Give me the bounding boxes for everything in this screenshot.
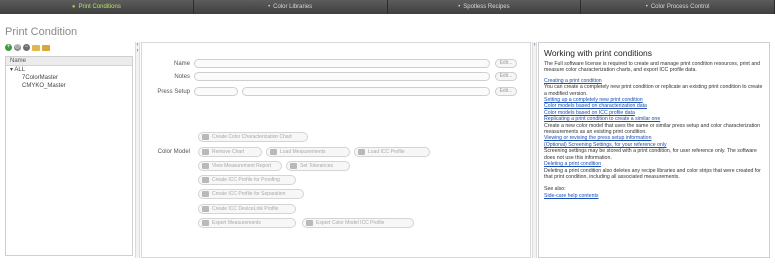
help-title: Working with print conditions <box>544 48 653 58</box>
export-icon <box>202 220 209 226</box>
tab-bullet-icon: • <box>458 4 461 10</box>
tab-bullet-icon: ● <box>71 4 76 10</box>
help-text-deleting: Deleting a print condition also deletes … <box>544 167 761 180</box>
load-icc-profile-button[interactable]: Load ICC Profile <box>354 147 430 157</box>
view-measurement-report-button[interactable]: View Measurement Report <box>198 161 282 171</box>
left-panel-splitter[interactable]: ‹ › <box>135 42 140 258</box>
tree-root-item[interactable]: ▾ ALL <box>6 66 132 74</box>
create-icc-proofing-button[interactable]: Create ICC Profile for Proofing <box>198 175 296 185</box>
press-setup-detail-field[interactable] <box>242 87 490 96</box>
delete-icon[interactable]: − <box>23 44 30 51</box>
name-edit-button[interactable]: Edit... <box>495 59 517 68</box>
profile-icon <box>358 149 365 155</box>
tab-bullet-icon: • <box>645 4 648 10</box>
profile-icon <box>202 177 209 183</box>
tree-item[interactable]: CMYKO_Master <box>6 82 132 90</box>
press-setup-field[interactable] <box>194 87 238 96</box>
profile-icon <box>202 206 209 212</box>
create-characterization-chart-button[interactable]: Create Color Characterization Chart <box>198 132 308 142</box>
tolerance-icon <box>290 163 297 169</box>
tree-toolbar: + ◎ − <box>5 44 50 53</box>
create-icc-separation-button[interactable]: Create ICC Profile for Separation <box>198 189 304 199</box>
chart-icon <box>202 134 209 140</box>
tree-item[interactable]: 7ColorMaster <box>6 74 132 82</box>
load-measurements-button[interactable]: Load Measurements <box>266 147 350 157</box>
export-measurements-button[interactable]: Export Measurements <box>198 218 296 228</box>
top-tab-bar: ● Print Conditions • Color Libraries • S… <box>0 0 775 14</box>
name-row: Name Edit... <box>142 59 532 69</box>
collapse-right-icon[interactable]: › <box>533 42 536 48</box>
export-icon[interactable] <box>42 45 50 51</box>
tab-bullet-icon: • <box>268 4 271 10</box>
create-icc-devicelink-button[interactable]: Create ICC DeviceLink Profile <box>198 204 296 214</box>
remove-icon <box>202 149 209 155</box>
help-intro: The Full software license is required to… <box>544 61 760 74</box>
tab-label: Print Conditions <box>78 4 121 10</box>
expand-left-icon[interactable]: › <box>136 48 139 54</box>
right-panel-splitter[interactable]: › <box>532 42 537 258</box>
export-icon <box>306 220 313 226</box>
help-link-sidecare[interactable]: Side-care help contents <box>544 193 764 199</box>
notes-row: Notes Edit... <box>142 72 532 82</box>
tab-color-process-control[interactable]: • Color Process Control <box>581 0 775 14</box>
copy-icon[interactable]: ◎ <box>14 44 21 51</box>
tab-label: Spotless Recipes <box>463 4 510 10</box>
tab-print-conditions[interactable]: ● Print Conditions <box>0 0 194 14</box>
report-icon <box>202 163 209 169</box>
add-icon[interactable]: + <box>5 44 12 51</box>
tab-label: Color Libraries <box>273 4 313 10</box>
tab-spotless-recipes[interactable]: • Spotless Recipes <box>388 0 582 14</box>
page-title: Print Condition <box>5 26 78 38</box>
open-folder-icon[interactable] <box>32 45 40 51</box>
help-text-screening: Screening settings may be stored with a … <box>544 148 757 161</box>
press-setup-row: Press Setup Edit... <box>142 87 532 97</box>
name-field[interactable] <box>194 59 490 68</box>
profile-icon <box>202 191 209 197</box>
export-color-model-icc-button[interactable]: Export Color Model ICC Profile <box>302 218 414 228</box>
help-text-replicate: Create a new color model that uses the s… <box>544 122 760 136</box>
notes-edit-button[interactable]: Edit... <box>495 72 517 81</box>
name-label: Name <box>173 61 190 67</box>
remove-chart-button[interactable]: Remove Chart <box>198 147 262 157</box>
notes-field[interactable] <box>194 72 490 81</box>
tab-color-libraries[interactable]: • Color Libraries <box>194 0 388 14</box>
load-icon <box>270 149 277 155</box>
color-model-label: Color Model <box>157 149 190 155</box>
set-tolerances-button[interactable]: Set Tolerances <box>286 161 350 171</box>
help-text-create: You can create a completely new print co… <box>544 84 763 97</box>
print-condition-tree: Name ▾ ALL 7ColorMaster CMYKO_Master <box>5 56 133 256</box>
press-setup-edit-button[interactable]: Edit... <box>495 87 517 96</box>
press-setup-label: Press Setup <box>157 89 190 95</box>
print-condition-form: Name Edit... Notes Edit... Press Setup E… <box>141 42 531 258</box>
tab-label: Color Process Control <box>650 4 710 10</box>
tree-column-header[interactable]: Name <box>6 57 132 66</box>
notes-label: Notes <box>174 74 190 80</box>
tree-root-label: ALL <box>14 67 26 73</box>
help-panel: Working with print conditions The Full s… <box>538 42 770 258</box>
